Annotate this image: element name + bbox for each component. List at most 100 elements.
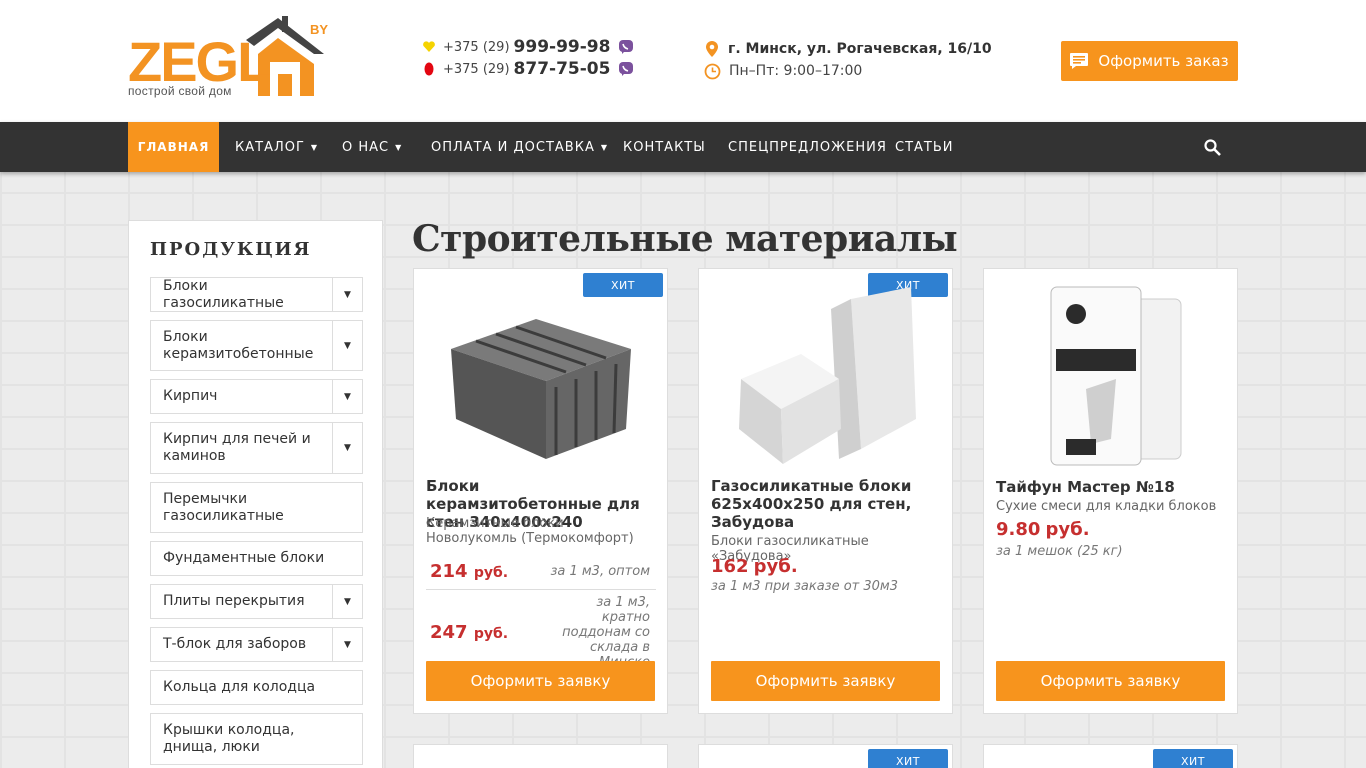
request-button[interactable]: Оформить заявку xyxy=(996,661,1225,701)
price-value: 247 xyxy=(430,622,468,643)
viber-icon[interactable] xyxy=(618,39,634,55)
product-sidebar: ПРОДУКЦИЯ Блоки газосиликатные ▼ Блоки к… xyxy=(128,220,383,768)
nav-item-label: КАТАЛОГ xyxy=(235,139,305,155)
price-currency: руб. xyxy=(753,556,798,577)
sidebar-item-aerated-blocks[interactable]: Блоки газосиликатные ▼ xyxy=(150,277,363,312)
phone-number[interactable]: 877-75-05 xyxy=(514,59,611,79)
request-button[interactable]: Оформить заявку xyxy=(711,661,940,701)
price-currency: руб. xyxy=(473,626,509,642)
nav-item-catalog[interactable]: КАТАЛОГ ▼ xyxy=(219,122,334,172)
velcom-heart-icon xyxy=(423,41,435,52)
sidebar-item-t-block[interactable]: Т-блок для заборов ▼ xyxy=(150,627,363,662)
sidebar-item-stove-brick[interactable]: Кирпич для печей и каминов ▼ xyxy=(150,422,363,474)
price: 247 руб. xyxy=(426,622,508,643)
nav-item-home[interactable]: ГЛАВНАЯ xyxy=(128,122,219,172)
product-card[interactable]: Тайфун Мастер №18 Сухие смеси для кладки… xyxy=(983,268,1238,714)
chevron-down-icon[interactable]: ▼ xyxy=(332,278,362,311)
price-note: за 1 м3, кратно поддонам со склада в Мин… xyxy=(562,595,650,670)
product-card[interactable]: ХИТ Блоки керамзитобетонные для стен 340… xyxy=(413,268,668,714)
price-divider xyxy=(426,589,656,590)
nav-item-label: О НАС xyxy=(342,139,390,155)
sidebar-item-expanded-clay-blocks[interactable]: Блоки керамзитобетонные ▼ xyxy=(150,320,363,371)
phone-number[interactable]: 999-99-98 xyxy=(514,37,611,57)
product-name[interactable]: Газосиликатные блоки 625х400х250 для сте… xyxy=(711,477,941,531)
product-image-aerated-blocks[interactable] xyxy=(711,279,941,475)
clock-icon xyxy=(704,63,721,79)
price-value: 9.80 xyxy=(996,519,1041,540)
sidebar-item-label: Кольца для колодца xyxy=(163,679,316,695)
order-button-label: Оформить заказ xyxy=(1098,52,1229,70)
chevron-down-icon[interactable]: ▼ xyxy=(332,380,362,413)
mts-egg-icon xyxy=(424,62,434,76)
sidebar-title: ПРОДУКЦИЯ xyxy=(150,239,312,260)
address-text: г. Минск, ул. Рогачевская, 16/10 xyxy=(728,41,992,57)
product-subtitle: Сухие смеси для кладки блоков xyxy=(996,499,1217,514)
nav-item-label: СПЕЦПРЕДЛОЖЕНИЯ xyxy=(728,139,887,155)
nav-item-label: ГЛАВНАЯ xyxy=(137,140,210,154)
message-icon xyxy=(1070,53,1089,69)
address-row: г. Минск, ул. Рогачевская, 16/10 xyxy=(704,38,992,60)
product-card[interactable]: ХИТ Газосиликатные блоки 625х400х250 для… xyxy=(698,268,953,714)
hit-badge: ХИТ xyxy=(1153,749,1233,768)
sidebar-item-label: Плиты перекрытия xyxy=(163,593,305,609)
chevron-down-icon[interactable]: ▼ xyxy=(332,423,362,473)
search-icon[interactable] xyxy=(1202,137,1224,159)
nav-item-special-offers[interactable]: СПЕЦПРЕДЛОЖЕНИЯ xyxy=(712,122,903,172)
site-header: ZEGL BY построй свой дом +375 (29) 999-9… xyxy=(0,0,1366,122)
price-value: 162 xyxy=(711,556,749,577)
phone-prefix: +375 (29) xyxy=(443,39,510,55)
price-currency: руб. xyxy=(1045,519,1090,540)
chevron-down-icon[interactable]: ▼ xyxy=(332,321,362,370)
price-currency: руб. xyxy=(473,565,509,581)
page-title: Строительные материалы xyxy=(412,218,958,260)
hours-row: Пн–Пт: 9:00–17:00 xyxy=(704,60,992,82)
phone-row[interactable]: +375 (29) 999-99-98 xyxy=(422,36,634,58)
price-value: 214 xyxy=(430,561,468,582)
product-subtitle: Керамзитные блоки Новолукомль (Термокомф… xyxy=(426,516,634,546)
nav-item-label: ОПЛАТА И ДОСТАВКА xyxy=(431,139,595,155)
sidebar-item-label: Блоки газосиликатные xyxy=(163,277,284,311)
sidebar-item-label: Т-блок для заборов xyxy=(163,636,307,652)
sidebar-item-label: Кирпич для печей и каминов xyxy=(163,431,311,464)
product-image-mortar-bag[interactable] xyxy=(996,279,1226,475)
chevron-down-icon[interactable]: ▼ xyxy=(332,628,362,661)
sidebar-item-label: Кирпич xyxy=(163,388,218,404)
price-row: 247 руб. за 1 м3, кратно поддонам со скл… xyxy=(426,595,656,670)
logo-text: ZEGL xyxy=(128,30,271,93)
chevron-down-icon: ▼ xyxy=(310,142,319,152)
sidebar-item-foundation-blocks[interactable]: Фундаментные блоки xyxy=(150,541,363,576)
price: 9.80 руб. xyxy=(996,519,1226,540)
product-image-clay-block[interactable] xyxy=(426,279,656,475)
sidebar-item-label: Фундаментные блоки xyxy=(163,550,325,566)
request-button[interactable]: Оформить заявку xyxy=(426,661,655,701)
product-name[interactable]: Тайфун Мастер №18 xyxy=(996,478,1226,496)
phone-prefix: +375 (29) xyxy=(443,61,510,77)
site-logo[interactable]: ZEGL BY построй свой дом xyxy=(128,14,328,98)
price-note: за 1 м3, оптом xyxy=(550,564,650,579)
price-row: 214 руб. за 1 м3, оптом xyxy=(426,561,656,582)
sidebar-item-lintels[interactable]: Перемычки газосиликатные xyxy=(150,482,363,533)
location-pin-icon xyxy=(706,41,718,57)
sidebar-item-label: Перемычки газосиликатные xyxy=(163,490,284,524)
sidebar-item-label: Крышки колодца, днища, люки xyxy=(163,722,295,755)
sidebar-item-well-covers[interactable]: Крышки колодца, днища, люки xyxy=(150,713,363,765)
chevron-down-icon[interactable]: ▼ xyxy=(332,585,362,618)
sidebar-item-floor-slabs[interactable]: Плиты перекрытия ▼ xyxy=(150,584,363,619)
nav-item-contacts[interactable]: КОНТАКТЫ xyxy=(607,122,722,172)
product-card[interactable] xyxy=(413,744,668,768)
phone-row[interactable]: +375 (29) 877-75-05 xyxy=(422,58,634,80)
product-card[interactable]: ХИТ xyxy=(698,744,953,768)
nav-item-articles[interactable]: СТАТЬИ xyxy=(879,122,970,172)
product-card[interactable]: ХИТ xyxy=(983,744,1238,768)
logo-suffix: BY xyxy=(310,22,329,37)
order-button[interactable]: Оформить заказ xyxy=(1061,41,1238,81)
sidebar-item-brick[interactable]: Кирпич ▼ xyxy=(150,379,363,414)
phone-list: +375 (29) 999-99-98 +375 (29) 877-75-05 xyxy=(422,36,634,80)
nav-item-payment-delivery[interactable]: ОПЛАТА И ДОСТАВКА ▼ xyxy=(415,122,624,172)
sidebar-item-well-rings[interactable]: Кольца для колодца xyxy=(150,670,363,705)
sidebar-item-label: Блоки керамзитобетонные xyxy=(163,328,314,362)
price: 214 руб. xyxy=(426,561,508,582)
hit-badge: ХИТ xyxy=(868,749,948,768)
viber-icon[interactable] xyxy=(618,61,634,77)
nav-item-about[interactable]: О НАС ▼ xyxy=(326,122,418,172)
